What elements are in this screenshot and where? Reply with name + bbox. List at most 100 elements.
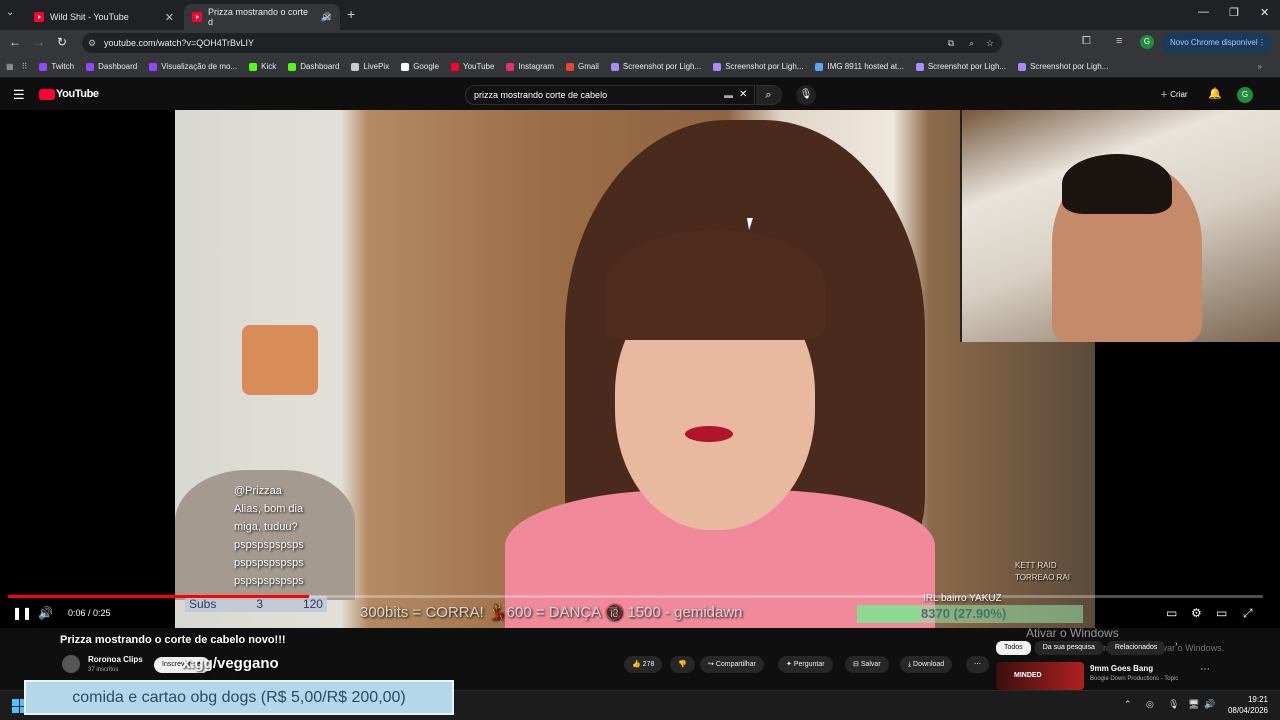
hamburger-menu-icon[interactable]: ☰ <box>13 87 25 103</box>
taskbar-clock[interactable]: 19:21 08/04/2026 <box>1228 694 1268 716</box>
tab-wild-shit[interactable]: Wild Shit - YouTube ✕ <box>26 4 182 30</box>
youtube-header: ☰ YouTube prizza mostrando corte de cabe… <box>0 80 1280 110</box>
chat-line: @Prizzaa <box>234 485 282 497</box>
like-count: 278 <box>642 661 655 668</box>
close-tab-icon[interactable]: ✕ <box>323 11 332 24</box>
bookmark-item[interactable]: Instagram <box>506 62 554 71</box>
bookmark-item[interactable]: YouTube <box>451 62 494 71</box>
fullscreen-icon[interactable]: ⤢ <box>1243 606 1253 621</box>
share-button[interactable]: ↪ Compartilhar <box>700 656 764 673</box>
tray-overflow-icon[interactable]: ⌃ <box>1124 699 1132 710</box>
tray-app-icon[interactable]: ◎ <box>1146 699 1154 710</box>
download-label: Download <box>913 661 945 668</box>
bookmark-item[interactable]: Dashboard <box>288 62 339 71</box>
keyboard-icon[interactable]: ▬ <box>724 86 733 104</box>
subtitles-icon[interactable]: ▭ <box>1166 606 1177 620</box>
chip-all[interactable]: Todos <box>996 641 1031 655</box>
recommendation-menu-icon[interactable]: ⋯ <box>1200 664 1210 675</box>
raid-line: TORREAO RAI <box>1015 573 1070 582</box>
menu-dots-icon[interactable]: ⋮ <box>1258 33 1266 53</box>
reading-list-icon[interactable]: ≡ <box>1116 35 1122 47</box>
clear-search-icon[interactable]: ✕ <box>739 86 747 104</box>
video-player[interactable]: @Prizzaa Alias, bom dia miga, tuduu? psp… <box>0 110 1280 628</box>
profile-avatar[interactable]: G <box>1140 35 1154 49</box>
dislike-button[interactable]: 👎 <box>670 656 695 673</box>
bookmark-item[interactable]: Screenshot por Ligh... <box>915 62 1006 71</box>
notifications-bell-icon[interactable]: 🔔 <box>1208 87 1222 100</box>
bookmark-item[interactable]: Screenshot por Ligh... <box>610 62 701 71</box>
time-display: 0:06 / 0:25 <box>68 608 111 618</box>
cast-icon[interactable]: ⧉ <box>948 33 954 53</box>
youtube-favicon-icon <box>192 12 202 22</box>
forward-icon[interactable]: → <box>33 35 45 49</box>
extensions-icon[interactable]: ⧠ <box>1082 35 1091 48</box>
bookmark-item[interactable]: Google <box>401 62 439 71</box>
theater-mode-icon[interactable]: ▭ <box>1216 606 1227 620</box>
voice-search-icon[interactable]: 🎙 <box>796 85 816 105</box>
chips-next-icon[interactable]: › <box>1175 641 1177 655</box>
bookmark-item[interactable]: LivePix <box>351 62 389 71</box>
volume-tray-icon[interactable]: 🔊 <box>1204 699 1215 710</box>
bookmark-label: Kick <box>261 62 277 71</box>
update-chrome-label: Novo Chrome disponível <box>1170 38 1258 47</box>
site-info-icon[interactable]: ⚙ <box>88 33 96 53</box>
bookmark-item[interactable]: Screenshot por Ligh... <box>713 62 803 71</box>
youtube-logo-icon[interactable] <box>39 89 55 100</box>
tab-groups-icon[interactable]: ▦ <box>6 62 14 71</box>
more-bookmarks-icon[interactable]: » <box>1258 62 1262 71</box>
recommendation-title[interactable]: 9mm Goes Bang <box>1090 664 1153 673</box>
like-button[interactable]: 👍 278 <box>624 656 663 673</box>
bookmark-label: Instagram <box>518 62 555 71</box>
zoom-icon[interactable]: ⌕ <box>969 33 974 53</box>
youtube-wordmark[interactable]: YouTube <box>56 88 99 100</box>
tab-prizza[interactable]: Prizza mostrando o corte d 🔊 ✕ <box>184 4 340 30</box>
network-icon[interactable]: 🖥 <box>1188 699 1199 710</box>
save-button[interactable]: ⊟ Salvar <box>845 656 889 673</box>
bookmark-star-icon[interactable]: ☆ <box>986 33 994 53</box>
maximize-icon[interactable]: ❐ <box>1229 6 1239 19</box>
search-input[interactable]: prizza mostrando corte de cabelo ▬ ✕ <box>465 85 755 105</box>
minimize-icon[interactable]: — <box>1198 6 1209 18</box>
account-avatar[interactable]: G <box>1237 87 1253 103</box>
ask-button[interactable]: ✦ Perguntar <box>778 656 833 673</box>
new-tab-icon[interactable]: + <box>347 6 355 22</box>
microphone-icon[interactable]: 🎙 <box>1168 699 1179 710</box>
recommendation-thumbnail[interactable]: MINDED <box>996 662 1084 690</box>
tab-search-icon[interactable]: ⌄ <box>6 7 14 18</box>
reload-icon[interactable]: ↻ <box>57 35 67 49</box>
tab-title: Wild Shit - YouTube <box>50 12 129 22</box>
chip-from-search[interactable]: Da sua pesquisa <box>1034 641 1103 655</box>
address-bar[interactable]: ⚙ youtube.com/watch?v=QOH4TrBvLIY ⧉ ⌕ ☆ <box>82 33 1002 53</box>
video-title: Prizza mostrando o corte de cabelo novo!… <box>60 634 286 646</box>
back-icon[interactable]: ← <box>9 35 21 49</box>
bookmark-favicon-icon <box>351 62 360 71</box>
bookmark-favicon-icon <box>713 62 722 71</box>
search-button-icon[interactable]: ⌕ <box>756 85 782 105</box>
channel-avatar[interactable] <box>62 655 80 673</box>
bookmark-item[interactable]: IMG 8911 hosted at... <box>815 62 904 71</box>
chat-line: Alias, bom dia <box>234 503 304 515</box>
more-actions-icon[interactable]: ⋯ <box>966 656 989 673</box>
chip-related[interactable]: Relacionados <box>1106 641 1166 655</box>
bookmark-item[interactable]: Screenshot por Ligh... <box>1018 62 1108 71</box>
settings-gear-icon[interactable]: ⚙ <box>1191 606 1202 620</box>
bookmark-item[interactable]: Twitch <box>39 62 74 71</box>
pause-icon[interactable]: ❚❚ <box>12 606 32 620</box>
create-button[interactable]: ＋ Criar <box>1160 89 1188 100</box>
update-chrome-button[interactable]: Novo Chrome disponível ⋮ <box>1162 33 1272 53</box>
bookmark-item[interactable]: Gmail <box>566 62 599 71</box>
bookmark-favicon-icon <box>401 62 410 71</box>
close-window-icon[interactable]: ✕ <box>1260 6 1269 19</box>
progress-bar[interactable] <box>8 595 1263 598</box>
subs-label: Subs <box>189 597 217 611</box>
bookmark-item[interactable]: Kick <box>249 62 276 71</box>
download-button[interactable]: ⤓ Download <box>900 656 953 673</box>
youtube-favicon-icon <box>34 12 44 22</box>
apps-icon[interactable]: ⠿ <box>22 62 28 71</box>
channel-name[interactable]: Roronoa Clips <box>88 655 143 664</box>
close-tab-icon[interactable]: ✕ <box>165 11 174 24</box>
volume-icon[interactable]: 🔊 <box>38 606 53 620</box>
bookmark-item[interactable]: Visualização de mo... <box>149 62 237 71</box>
bookmark-label: Screenshot por Ligh... <box>725 62 804 71</box>
bookmark-item[interactable]: Dashboard <box>86 62 137 71</box>
